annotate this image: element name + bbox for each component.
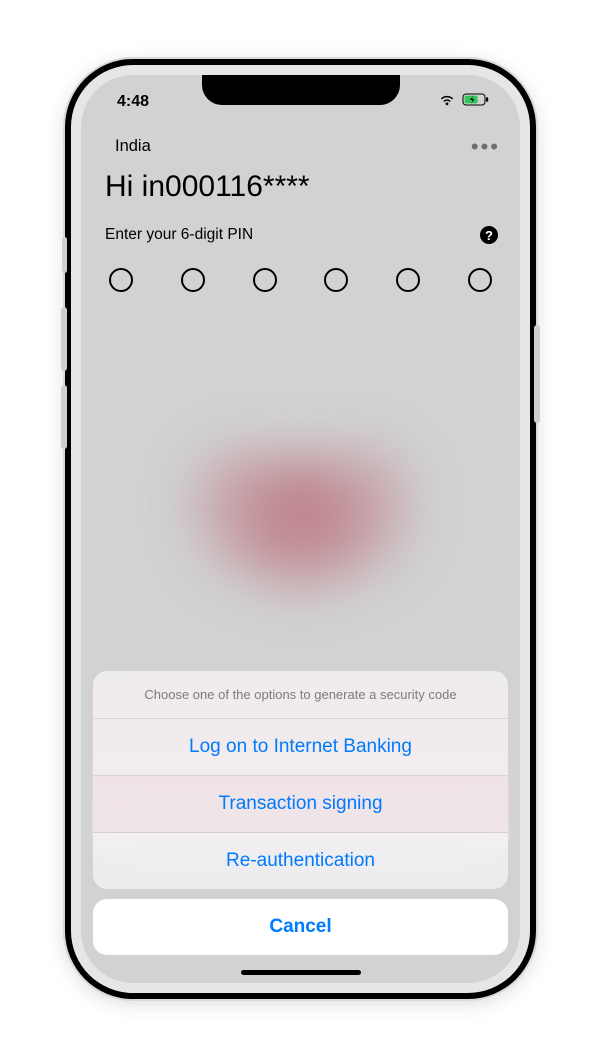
home-indicator[interactable] — [241, 970, 361, 975]
pin-dot — [468, 268, 492, 292]
nav-title: India — [115, 137, 151, 156]
wifi-icon — [438, 93, 456, 111]
option-transaction[interactable]: Transaction signing — [93, 776, 508, 833]
nav-row: India ••• — [81, 129, 520, 160]
status-time: 4:48 — [117, 93, 149, 111]
pin-input[interactable] — [81, 252, 520, 308]
pin-dot — [253, 268, 277, 292]
battery-icon — [462, 93, 490, 111]
help-icon[interactable]: ? — [480, 226, 498, 244]
volume-up-button[interactable] — [61, 307, 67, 371]
more-icon[interactable]: ••• — [471, 142, 500, 152]
notch — [202, 75, 400, 105]
option-log-on[interactable]: Log on to Internet Banking — [93, 719, 508, 776]
pin-label-row: Enter your 6-digit PIN ? — [81, 218, 520, 252]
action-sheet-list: Choose one of the options to generate a … — [93, 671, 508, 889]
volume-down-button[interactable] — [61, 385, 67, 449]
screen: 4:48 — [81, 75, 520, 983]
pin-dot — [396, 268, 420, 292]
cancel-button[interactable]: Cancel — [93, 899, 508, 955]
pin-dot — [109, 268, 133, 292]
silence-switch[interactable] — [62, 237, 67, 273]
pin-dot — [324, 268, 348, 292]
action-sheet: Choose one of the options to generate a … — [93, 671, 508, 955]
power-button[interactable] — [534, 325, 540, 423]
phone-bezel: 4:48 — [71, 65, 530, 993]
pin-dot — [181, 268, 205, 292]
option-reauth[interactable]: Re-authentication — [93, 833, 508, 889]
phone-frame: 4:48 — [65, 59, 536, 999]
action-sheet-title: Choose one of the options to generate a … — [93, 671, 508, 719]
status-icons — [438, 93, 490, 111]
pin-label: Enter your 6-digit PIN — [105, 226, 253, 244]
greeting-text: Hi in000116**** — [81, 160, 520, 218]
blurred-graphic — [171, 375, 431, 595]
